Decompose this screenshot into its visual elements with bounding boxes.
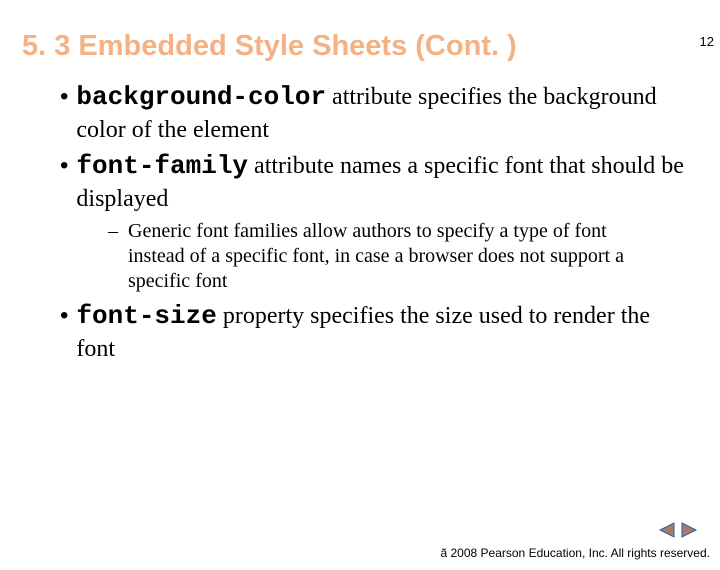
slide-title: 5. 3 Embedded Style Sheets (Cont. ): [22, 30, 720, 63]
bullet-item: • font-family attribute names a specific…: [60, 150, 690, 215]
bullet-item: • font-size property specifies the size …: [60, 300, 690, 365]
prev-icon[interactable]: [658, 522, 676, 538]
next-icon[interactable]: [680, 522, 698, 538]
bullet-text: font-size property specifies the size us…: [76, 300, 690, 365]
bullet-marker: •: [60, 81, 68, 146]
copyright-footer: ã 2008 Pearson Education, Inc. All right…: [440, 546, 710, 562]
sub-bullet-marker: –: [108, 219, 118, 294]
bullet-text: font-family attribute names a specific f…: [76, 150, 690, 215]
sub-bullet-item: – Generic font families allow authors to…: [108, 219, 660, 294]
code-term: font-size: [76, 301, 216, 331]
bullet-text: background-color attribute specifies the…: [76, 81, 690, 146]
bullet-marker: •: [60, 150, 68, 215]
code-term: background-color: [76, 82, 326, 112]
copyright-text: 2008 Pearson Education, Inc. All rights …: [447, 546, 710, 560]
code-term: font-family: [76, 151, 248, 181]
nav-arrows: [658, 522, 698, 538]
bullet-item: • background-color attribute specifies t…: [60, 81, 690, 146]
bullet-marker: •: [60, 300, 68, 365]
page-number: 12: [700, 34, 714, 49]
copyright-symbol: ã: [440, 546, 447, 560]
slide-content: • background-color attribute specifies t…: [60, 81, 690, 365]
sub-list: – Generic font families allow authors to…: [108, 219, 660, 294]
sub-bullet-text: Generic font families allow authors to s…: [128, 219, 660, 294]
